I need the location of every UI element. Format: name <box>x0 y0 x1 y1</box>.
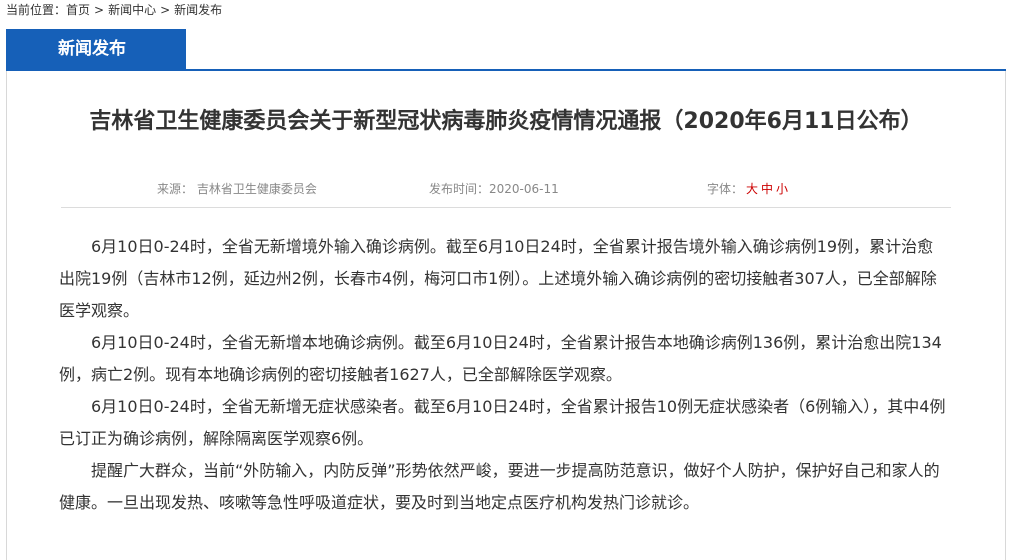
article-title: 吉林省卫生健康委员会关于新型冠状病毒肺炎疫情情况通报（2020年6月11日公布） <box>89 109 923 134</box>
article-paragraph: 6月10日0-24时，全省无新增本地确诊病例。截至6月10日24时，全省累计报告… <box>59 333 942 384</box>
breadcrumb: 当前位置：首页 > 新闻中心 > 新闻发布 <box>6 2 222 18</box>
tab-news-release[interactable]: 新闻发布 <box>6 29 186 69</box>
article-paragraph: 6月10日0-24时，全省无新增境外输入确诊病例。截至6月10日24时，全省累计… <box>59 237 937 320</box>
breadcrumb-prefix: 当前位置： <box>6 3 67 17</box>
date-value: 2020-06-11 <box>489 182 559 196</box>
source-label: 来源： <box>157 182 194 196</box>
breadcrumb-home-link[interactable]: 首页 <box>66 3 90 17</box>
breadcrumb-news-center-link[interactable]: 新闻中心 <box>108 3 156 17</box>
article-body: 6月10日0-24时，全省无新增境外输入确诊病例。截至6月10日24时，全省累计… <box>59 231 949 519</box>
article-container: 吉林省卫生健康委员会关于新型冠状病毒肺炎疫情情况通报（2020年6月11日公布）… <box>6 71 1006 560</box>
breadcrumb-news-release-link[interactable]: 新闻发布 <box>174 3 222 17</box>
breadcrumb-separator: > <box>94 3 105 17</box>
source-value: 吉林省卫生健康委员会 <box>196 182 317 196</box>
breadcrumb-separator: > <box>160 3 171 17</box>
font-size-small-button[interactable]: 小 <box>776 182 788 196</box>
article-paragraph: 提醒广大群众，当前“外防输入，内防反弹”形势依然严峻，要进一步提高防范意识，做好… <box>59 461 940 512</box>
section-tab-bar: 新闻发布 <box>6 29 1006 71</box>
date-label: 发布时间： <box>429 182 490 196</box>
font-size-large-button[interactable]: 大 <box>746 182 758 196</box>
article-paragraph: 6月10日0-24时，全省无新增无症状感染者。截至6月10日24时，全省累计报告… <box>59 397 946 448</box>
article-source: 来源： 吉林省卫生健康委员会 <box>157 180 317 198</box>
font-size-label: 字体： <box>707 182 744 196</box>
font-size-medium-button[interactable]: 中 <box>761 182 773 196</box>
article-date: 发布时间：2020-06-11 <box>429 180 559 198</box>
article-meta: 来源： 吉林省卫生健康委员会 发布时间：2020-06-11 字体：大中小 <box>61 179 951 208</box>
font-size-control: 字体：大中小 <box>707 180 788 198</box>
